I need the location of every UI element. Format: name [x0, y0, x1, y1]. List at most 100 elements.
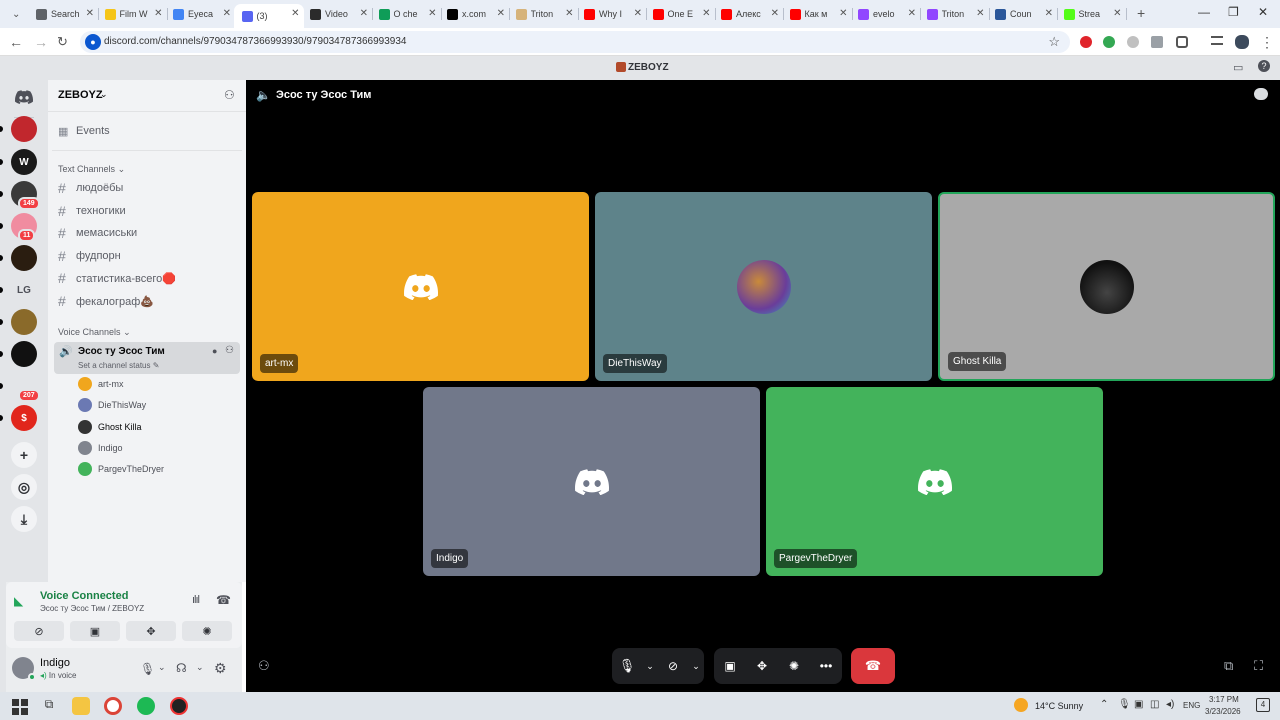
tab-close-icon[interactable]: ✕: [839, 8, 847, 19]
microphone-button[interactable]: 🎙: [612, 651, 642, 681]
participant-tile[interactable]: DieThisWay: [595, 192, 932, 381]
user-avatar[interactable]: [12, 657, 36, 681]
new-tab-icon[interactable]: +: [1137, 5, 1145, 21]
tray-mic-icon[interactable]: 🎙: [1118, 699, 1131, 710]
server-icon[interactable]: [11, 341, 37, 367]
camera-off-button[interactable]: ⊘: [14, 621, 64, 641]
soundboard-button[interactable]: ✺: [779, 651, 809, 681]
inbox-icon[interactable]: ▭: [1233, 61, 1243, 74]
text-channel[interactable]: # людоёбы: [54, 178, 240, 198]
discover-icon[interactable]: ◎: [11, 474, 37, 500]
events-item[interactable]: ▦ Events: [54, 121, 240, 141]
clock-date[interactable]: 3/23/2026: [1205, 707, 1241, 716]
bookmark-star-icon[interactable]: ☆: [1048, 34, 1060, 50]
camera-options-chevron-icon[interactable]: ⌄: [688, 651, 704, 681]
soundboard-wave-icon[interactable]: ılıl: [192, 594, 200, 606]
voice-user[interactable]: DieThisWay: [78, 396, 146, 414]
task-view-icon[interactable]: ⧉: [40, 697, 58, 715]
tray-volume-icon[interactable]: ◂): [1166, 699, 1174, 710]
disconnect-icon[interactable]: ☎: [216, 593, 231, 607]
chat-icon[interactable]: [1254, 88, 1268, 100]
clock-time[interactable]: 3:17 PM: [1209, 695, 1239, 704]
invite-icon[interactable]: ⚇: [225, 345, 234, 356]
tab-close-icon[interactable]: ✕: [154, 8, 162, 19]
text-channel[interactable]: # мемасиськи: [54, 223, 240, 243]
browser-tab[interactable]: Как м ✕: [782, 4, 852, 24]
soundboard-button[interactable]: ✺: [182, 621, 232, 641]
headphones-chevron-icon[interactable]: ⌄: [196, 662, 204, 673]
tab-close-icon[interactable]: ✕: [428, 8, 436, 19]
text-channel[interactable]: # техногики: [54, 201, 240, 221]
spotify-icon[interactable]: [137, 697, 155, 715]
browser-tab[interactable]: Why I ✕: [576, 4, 646, 24]
server-icon[interactable]: LG: [11, 277, 37, 303]
forward-icon[interactable]: →: [34, 34, 48, 50]
signal-icon[interactable]: ◣: [14, 594, 23, 608]
browser-tab[interactable]: Triton ✕: [919, 4, 989, 24]
participant-tile[interactable]: art-mx: [252, 192, 589, 381]
weather-text[interactable]: 14°C Sunny: [1035, 701, 1083, 711]
activities-button[interactable]: ✥: [747, 651, 777, 681]
invite-icon[interactable]: ⚇: [258, 658, 270, 674]
tab-close-icon[interactable]: ✕: [360, 8, 368, 19]
shield-ext-icon[interactable]: [1103, 36, 1115, 48]
voice-channel-path[interactable]: Эсос ту Эсос Тим / ZEBOYZ: [40, 604, 144, 613]
language-indicator[interactable]: ENG: [1183, 701, 1200, 710]
windows-start-icon[interactable]: [10, 697, 28, 715]
server-icon[interactable]: W: [11, 149, 37, 175]
browser-tab[interactable]: Video ✕: [302, 4, 372, 24]
popout-icon[interactable]: ⧉: [1224, 658, 1233, 674]
browser-tab[interactable]: (3) ✕: [233, 4, 304, 28]
tab-close-icon[interactable]: ✕: [702, 8, 710, 19]
activities-button[interactable]: ✥: [126, 621, 176, 641]
headphones-icon[interactable]: ☊: [176, 661, 187, 675]
opera-ext-icon[interactable]: [1080, 36, 1092, 48]
back-icon[interactable]: ←: [9, 34, 23, 50]
text-channel[interactable]: # статистика-всего🛑: [54, 268, 240, 288]
browser-tab[interactable]: Strea ✕: [1056, 4, 1126, 24]
restore-icon[interactable]: ❐: [1228, 5, 1239, 19]
tab-close-icon[interactable]: ✕: [497, 8, 505, 19]
tray-network-icon[interactable]: ◫: [1150, 699, 1159, 710]
server-icon[interactable]: [11, 309, 37, 335]
microphone-icon[interactable]: 🎙: [140, 662, 155, 676]
text-channels-category[interactable]: Text Channels ⌄: [58, 164, 125, 175]
voice-user[interactable]: Indigo: [78, 439, 123, 457]
screen-share-button[interactable]: ▣: [715, 651, 745, 681]
tab-close-icon[interactable]: ✕: [86, 8, 94, 19]
fullscreen-icon[interactable]: ⛶: [1254, 658, 1263, 674]
tray-app-icon[interactable]: ▣: [1134, 699, 1143, 710]
mic-options-chevron-icon[interactable]: ⌄: [642, 651, 658, 681]
omnibox[interactable]: ● discord.com/channels/97903478736699393…: [80, 31, 1070, 53]
extensions-puzzle-icon[interactable]: [1176, 36, 1188, 48]
browser-tab[interactable]: evelo ✕: [850, 4, 920, 24]
camera-button[interactable]: ⊘: [658, 651, 688, 681]
tray-chevron-icon[interactable]: ⌃: [1100, 699, 1108, 710]
voice-user[interactable]: art-mx: [78, 375, 124, 393]
tab-close-icon[interactable]: ✕: [565, 8, 573, 19]
server-icon[interactable]: [11, 245, 37, 271]
reload-icon[interactable]: ↻: [57, 34, 68, 50]
help-icon[interactable]: ?: [1258, 60, 1270, 72]
participant-tile[interactable]: Indigo: [423, 387, 760, 576]
browser-menu-icon[interactable]: ⋮: [1260, 34, 1274, 51]
tab-close-icon[interactable]: ✕: [1045, 8, 1053, 19]
server-header[interactable]: ZEBOYZ ⌄ ⚇: [48, 80, 246, 112]
browser-tab[interactable]: Triton ✕: [508, 4, 578, 24]
tab-close-icon[interactable]: ✕: [1113, 8, 1121, 19]
tab-close-icon[interactable]: ✕: [634, 8, 642, 19]
invite-people-icon[interactable]: ⚇: [224, 88, 235, 102]
browser-tab[interactable]: Алекс ✕: [713, 4, 783, 24]
notification-icon[interactable]: 4: [1256, 698, 1270, 712]
tab-close-icon[interactable]: ✕: [291, 8, 299, 19]
browser-tab[interactable]: Coun ✕: [987, 4, 1057, 24]
discord-home-icon[interactable]: [11, 84, 37, 110]
browser-tab[interactable]: Film W ✕: [97, 4, 167, 24]
tab-close-icon[interactable]: ✕: [223, 8, 231, 19]
channel-status[interactable]: Set a channel status ✎: [78, 361, 159, 370]
profile-avatar[interactable]: [1235, 35, 1249, 49]
server-icon[interactable]: [11, 116, 37, 142]
ext-icon[interactable]: [1151, 36, 1163, 48]
site-info-icon[interactable]: ●: [85, 34, 101, 50]
settings-gear-icon[interactable]: ⚙: [214, 660, 227, 677]
